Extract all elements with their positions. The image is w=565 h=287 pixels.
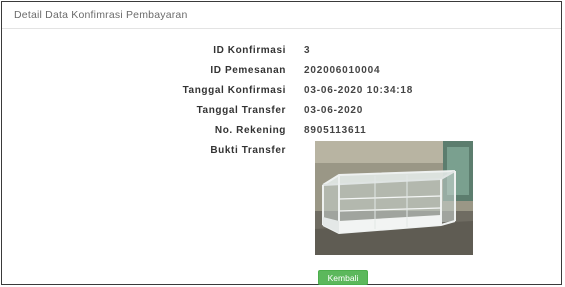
row-tanggal-transfer: Tanggal Transfer 03-06-2020: [2, 105, 561, 121]
panel-title: Detail Data Konfimrasi Pembayaran: [2, 2, 561, 29]
no-rekening-label: No. Rekening: [214, 125, 286, 136]
id-pemesanan-label: ID Pemesanan: [210, 65, 286, 76]
tanggal-transfer-value: 03-06-2020: [304, 105, 364, 116]
tanggal-transfer-label: Tanggal Transfer: [196, 105, 286, 116]
row-id-pemesanan: ID Pemesanan 202006010004: [2, 65, 561, 81]
id-konfirmasi-label: ID Konfirmasi: [213, 45, 286, 56]
transfer-proof-image: [315, 141, 473, 255]
no-rekening-value: 8905113611: [304, 125, 367, 136]
confirmation-detail-panel: Detail Data Konfimrasi Pembayaran ID Kon…: [1, 1, 562, 285]
row-bukti-transfer: Bukti Transfer: [2, 145, 561, 161]
row-id-konfirmasi: ID Konfirmasi 3: [2, 45, 561, 61]
row-tanggal-konfirmasi: Tanggal Konfirmasi 03-06-2020 10:34:18: [2, 85, 561, 101]
id-pemesanan-value: 202006010004: [304, 65, 381, 76]
tanggal-konfirmasi-label: Tanggal Konfirmasi: [182, 85, 286, 96]
row-no-rekening: No. Rekening 8905113611: [2, 125, 561, 141]
id-konfirmasi-value: 3: [304, 45, 311, 56]
bukti-transfer-label: Bukti Transfer: [210, 145, 286, 156]
tanggal-konfirmasi-value: 03-06-2020 10:34:18: [304, 85, 414, 96]
back-button[interactable]: Kembali: [318, 270, 368, 285]
